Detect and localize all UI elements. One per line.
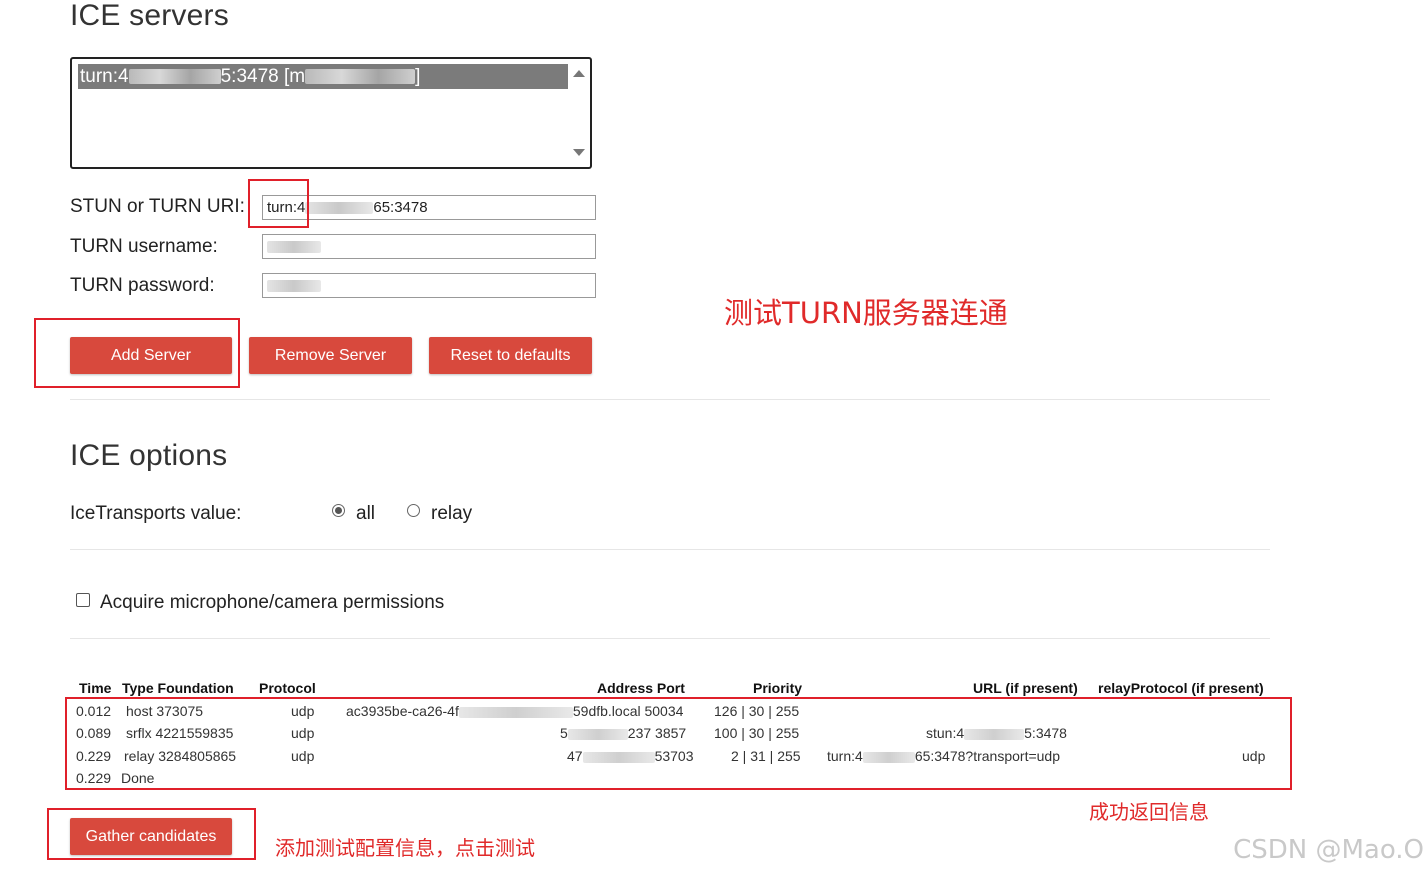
redacted-password-value [267,280,321,293]
header-address-port: Address Port [597,680,685,696]
server-item-prefix: turn:4 [80,66,129,87]
scroll-up-arrow-icon[interactable] [573,70,585,77]
header-priority: Priority [753,680,803,696]
turn-password-input[interactable] [262,273,596,298]
annotation-box-add-server [34,318,240,388]
turn-username-input[interactable] [262,234,596,259]
ice-transports-label: IceTransports value: [70,503,242,524]
redacted-username [305,69,416,85]
ice-server-listbox[interactable]: turn:4 5:3478 [m] [70,57,592,169]
radio-relay-label[interactable]: relay [431,503,472,525]
watermark: CSDN @Mao.O [1233,835,1424,865]
annotation-box-gather [47,808,256,860]
annotation-box-results [65,697,1292,790]
acquire-permissions-checkbox[interactable] [76,593,90,607]
divider [70,638,1270,639]
redacted-uri [305,202,374,215]
ice-servers-heading: ICE servers [70,0,229,32]
header-time: Time [79,680,112,696]
reset-defaults-button[interactable]: Reset to defaults [429,337,592,374]
ice-options-heading: ICE options [70,439,228,472]
annotation-add-and-click: 添加测试配置信息，点击测试 [275,836,535,860]
radio-relay[interactable] [407,504,420,517]
redacted-host [128,69,221,85]
stun-turn-uri-label: STUN or TURN URI: [70,196,245,217]
annotation-test-turn: 测试TURN服务器连通 [724,296,1008,330]
header-url: URL (if present) [973,680,1078,696]
uri-value-suffix: 65:3478 [373,199,428,216]
server-item-suffix: ] [415,66,421,87]
annotation-box-uri [248,179,309,228]
scroll-down-arrow-icon[interactable] [573,149,585,156]
divider [70,549,1270,550]
ice-server-list-item[interactable]: turn:4 5:3478 [m] [78,64,568,89]
server-item-middle: 5:3478 [m [220,66,306,87]
header-protocol: Protocol [259,680,316,696]
redacted-username-value [267,241,321,254]
annotation-success: 成功返回信息 [1089,800,1209,824]
stun-turn-uri-input[interactable]: turn:4 65:3478 [262,195,596,220]
turn-username-label: TURN username: [70,236,218,257]
header-type-foundation: Type Foundation [122,680,234,696]
header-relay-protocol: relayProtocol (if present) [1098,680,1264,696]
turn-password-label: TURN password: [70,275,215,296]
remove-server-button[interactable]: Remove Server [249,337,412,374]
acquire-permissions-label[interactable]: Acquire microphone/camera permissions [100,592,444,614]
divider [70,399,1270,400]
radio-all[interactable] [332,504,345,517]
radio-all-label[interactable]: all [356,503,375,525]
